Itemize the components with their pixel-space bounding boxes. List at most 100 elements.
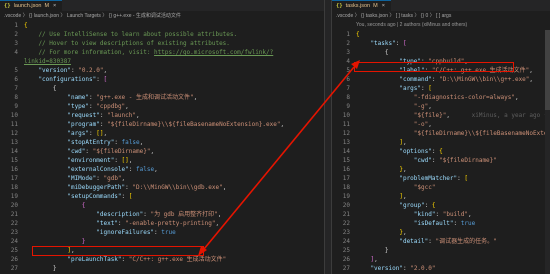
code-token: , — [529, 67, 533, 74]
code-token: "tasks" — [356, 40, 396, 47]
code-line[interactable]: 1{ — [0, 21, 324, 30]
breadcrumb[interactable]: .vscode 〉 {} launch.json 〉 Launch Target… — [0, 11, 324, 21]
code-line[interactable]: 27 "version": "2.0.0" — [332, 264, 550, 273]
line-number: 6 — [14, 76, 18, 83]
line-number: 8 — [346, 94, 350, 101]
code-line[interactable]: 3 // Hover to view descriptions of exist… — [0, 39, 324, 48]
line-number: 16 — [342, 166, 350, 173]
code-line[interactable]: 7 "args": [ — [332, 84, 550, 93]
line-text: "args": [ — [356, 84, 432, 93]
code-line[interactable]: 17 "MIMode": "gdb", — [0, 174, 324, 183]
code-token: "version" — [356, 265, 403, 272]
code-token: , — [468, 211, 472, 218]
code-line[interactable]: 20 "group": { — [332, 201, 550, 210]
code-token: "build" — [442, 211, 469, 218]
vertical-scrollbar[interactable] — [545, 30, 550, 274]
code-token: , — [428, 121, 432, 128]
line-text: "program": "${fileDirname}\\${fileBasena… — [24, 120, 284, 129]
breadcrumb[interactable]: .vscode 〉 {} tasks.json 〉 [ ] tasks 〉 {}… — [332, 11, 550, 21]
code-line[interactable]: linkid=830387 — [0, 57, 324, 66]
code-line[interactable]: 2 "tasks": [ — [332, 39, 550, 48]
line-number: 24 — [342, 238, 350, 245]
code-line[interactable]: 21 "kind": "build", — [332, 210, 550, 219]
close-icon[interactable]: × — [382, 3, 385, 9]
line-number: 15 — [342, 157, 350, 164]
code-token: "调试器生成的任务。" — [435, 238, 497, 245]
line-text: } — [356, 246, 389, 255]
line-text: "group": { — [356, 201, 435, 210]
code-line[interactable]: 12 "${fileDirname}\\${fileBasenameNoExte… — [332, 129, 550, 138]
code-line[interactable]: 13 ], — [332, 138, 550, 147]
code-line[interactable]: 20 { — [0, 201, 324, 210]
line-number: 21 — [10, 211, 18, 218]
code-token: [ — [402, 40, 407, 47]
code-line[interactable]: 11 "-o", — [332, 120, 550, 129]
code-line[interactable]: 19 ], — [332, 192, 550, 201]
line-text: "${file}", xiMinus, a year ago • init — [356, 111, 550, 120]
code-line[interactable]: 23 }, — [332, 228, 550, 237]
tab-tasks-json[interactable]: {} tasks.json M × — [332, 0, 391, 11]
code-line[interactable]: 19 "setupCommands": [ — [0, 192, 324, 201]
code-line[interactable]: 26 ], — [332, 255, 550, 264]
code-line[interactable]: 27 } — [0, 264, 324, 273]
launch-json-editor[interactable]: {} launch.json M × .vscode 〉 {} launch.json… — [0, 0, 324, 274]
scroll-thumb[interactable] — [545, 30, 550, 110]
code-line[interactable]: 6 "configurations": [ — [0, 75, 324, 84]
code-line[interactable]: 21 "description": "为 gdb 启用整齐打印", — [0, 210, 324, 219]
code-line[interactable]: 12 "args": [], — [0, 129, 324, 138]
code-token: false — [121, 139, 140, 146]
close-icon[interactable]: × — [53, 3, 56, 9]
code-line[interactable]: 18 "$gcc" — [332, 183, 550, 192]
code-token: : — [121, 193, 129, 200]
line-text: "problemMatcher": [ — [356, 174, 468, 183]
code-line[interactable]: 24 "detail": "调试器生成的任务。" — [332, 237, 550, 246]
code-line[interactable]: 1{ — [332, 30, 550, 39]
code-line[interactable]: 10 "request": "launch", — [0, 111, 324, 120]
code-line[interactable]: 9 "-g", — [332, 102, 550, 111]
editor-tab-bar: {} tasks.json M × — [332, 0, 550, 11]
code-line[interactable]: 8 "-fdiagnostics-color=always", — [332, 93, 550, 102]
code-token: "args" — [24, 130, 90, 137]
code-line[interactable]: 15 "cwd": "${fileDirname}" — [332, 156, 550, 165]
code-line[interactable]: 22 "isDefault": true — [332, 219, 550, 228]
code-line[interactable]: 7 { — [0, 84, 324, 93]
code-line[interactable]: 13 "stopAtEntry": false, — [0, 138, 324, 147]
tasks-json-editor[interactable]: {} tasks.json M × .vscode 〉 {} tasks.json 〉… — [332, 0, 550, 274]
code-line[interactable]: 18 "miDebuggerPath": "D:\\MinGW\\bin\\gd… — [0, 183, 324, 192]
code-line[interactable]: 11 "program": "${fileDirname}\\${fileBas… — [0, 120, 324, 129]
code-line[interactable]: 17 "problemMatcher": [ — [332, 174, 550, 183]
line-number: 3 — [346, 49, 350, 56]
code-token: } — [356, 229, 403, 236]
code-line[interactable]: 9 "type": "cppdbg", — [0, 102, 324, 111]
code-area[interactable]: 1{2 // Use IntelliSense to learn about p… — [0, 21, 324, 274]
code-line[interactable]: 26 "preLaunchTask": "C/C++: g++.exe 生成活动… — [0, 255, 324, 264]
code-line[interactable]: 14 "cwd": "${fileDirname}", — [0, 147, 324, 156]
line-text: "type": "cppdbg", — [24, 102, 128, 111]
code-token: { — [356, 31, 360, 38]
code-line[interactable]: 2 // Use IntelliSense to learn about pos… — [0, 30, 324, 39]
code-line[interactable]: 6 "command": "D:\\MinGW\\bin\\g++.exe", — [332, 75, 550, 84]
code-line[interactable]: 22 "text": "-enable-pretty-printing", — [0, 219, 324, 228]
line-text: "version": "0.2.0", — [24, 66, 107, 75]
code-token: "cppdbg" — [96, 103, 126, 110]
code-line[interactable]: 8 "name": "g++.exe - 生成和调试活动文件", — [0, 93, 324, 102]
code-line[interactable]: 15 "environment": [], — [0, 156, 324, 165]
code-line[interactable]: 14 "options": { — [332, 147, 550, 156]
code-line[interactable]: 24 } — [0, 237, 324, 246]
line-number: 22 — [10, 220, 18, 227]
line-text: "setupCommands": [ — [24, 192, 132, 201]
code-line[interactable]: 16 "externalConsole": false, — [0, 165, 324, 174]
code-line[interactable]: 25 } — [332, 246, 550, 255]
editor-group-divider[interactable] — [324, 0, 332, 274]
code-line[interactable]: 3 { — [332, 48, 550, 57]
code-line[interactable]: 4 // For more information, visit: https:… — [0, 48, 324, 57]
code-line[interactable]: 16 }, — [332, 165, 550, 174]
tab-launch-json[interactable]: {} launch.json M × — [0, 0, 63, 11]
code-line[interactable]: 10 "${file}", xiMinus, a year ago • init — [332, 111, 550, 120]
code-line[interactable]: 5 "version": "0.2.0", — [0, 66, 324, 75]
code-line[interactable]: 23 "ignoreFailures": true — [0, 228, 324, 237]
code-token: , — [103, 67, 108, 74]
git-codelens[interactable]: You, seconds ago | 2 authors (xiMinus an… — [332, 21, 550, 30]
line-text: { — [24, 84, 57, 93]
line-text: }, — [356, 228, 406, 237]
